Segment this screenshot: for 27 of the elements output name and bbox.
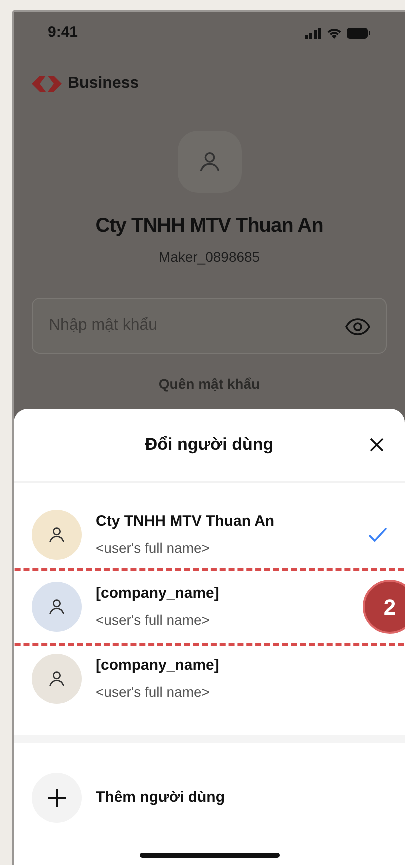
user-row[interactable]: [company_name] <user's full name>	[14, 643, 405, 715]
user-full-name: <user's full name>	[96, 610, 211, 630]
close-icon	[370, 438, 384, 452]
user-company: [company_name]	[96, 656, 220, 676]
plus-icon	[47, 788, 67, 808]
wifi-icon	[327, 28, 342, 39]
user-full-name: <user's full name>	[96, 682, 211, 702]
user-company: [company_name]	[96, 584, 220, 604]
signal-icon	[305, 28, 322, 39]
user-full-name: <user's full name>	[96, 538, 211, 558]
brand-logo-icon	[32, 74, 62, 94]
user-row[interactable]: Cty TNHH MTV Thuan An <user's full name>	[14, 499, 405, 571]
status-time: 9:41	[48, 23, 78, 44]
person-icon	[47, 525, 67, 545]
user-row[interactable]: [company_name] <user's full name> 2	[14, 571, 405, 643]
sheet-title: Đổi người dùng	[145, 434, 274, 456]
battery-icon	[347, 28, 371, 39]
eye-icon[interactable]	[345, 318, 371, 336]
brand-name: Business	[68, 74, 140, 94]
username: Maker_0898685	[158, 248, 260, 267]
annotation-badge: 2	[363, 580, 405, 634]
person-icon	[47, 669, 67, 689]
add-user-row[interactable]: Thêm người dùng	[14, 743, 405, 853]
user-company: Cty TNHH MTV Thuan An	[96, 512, 276, 532]
add-user-label: Thêm người dùng	[96, 788, 226, 808]
person-icon	[47, 597, 67, 617]
company-name: Cty TNHH MTV Thuan An	[96, 214, 324, 239]
